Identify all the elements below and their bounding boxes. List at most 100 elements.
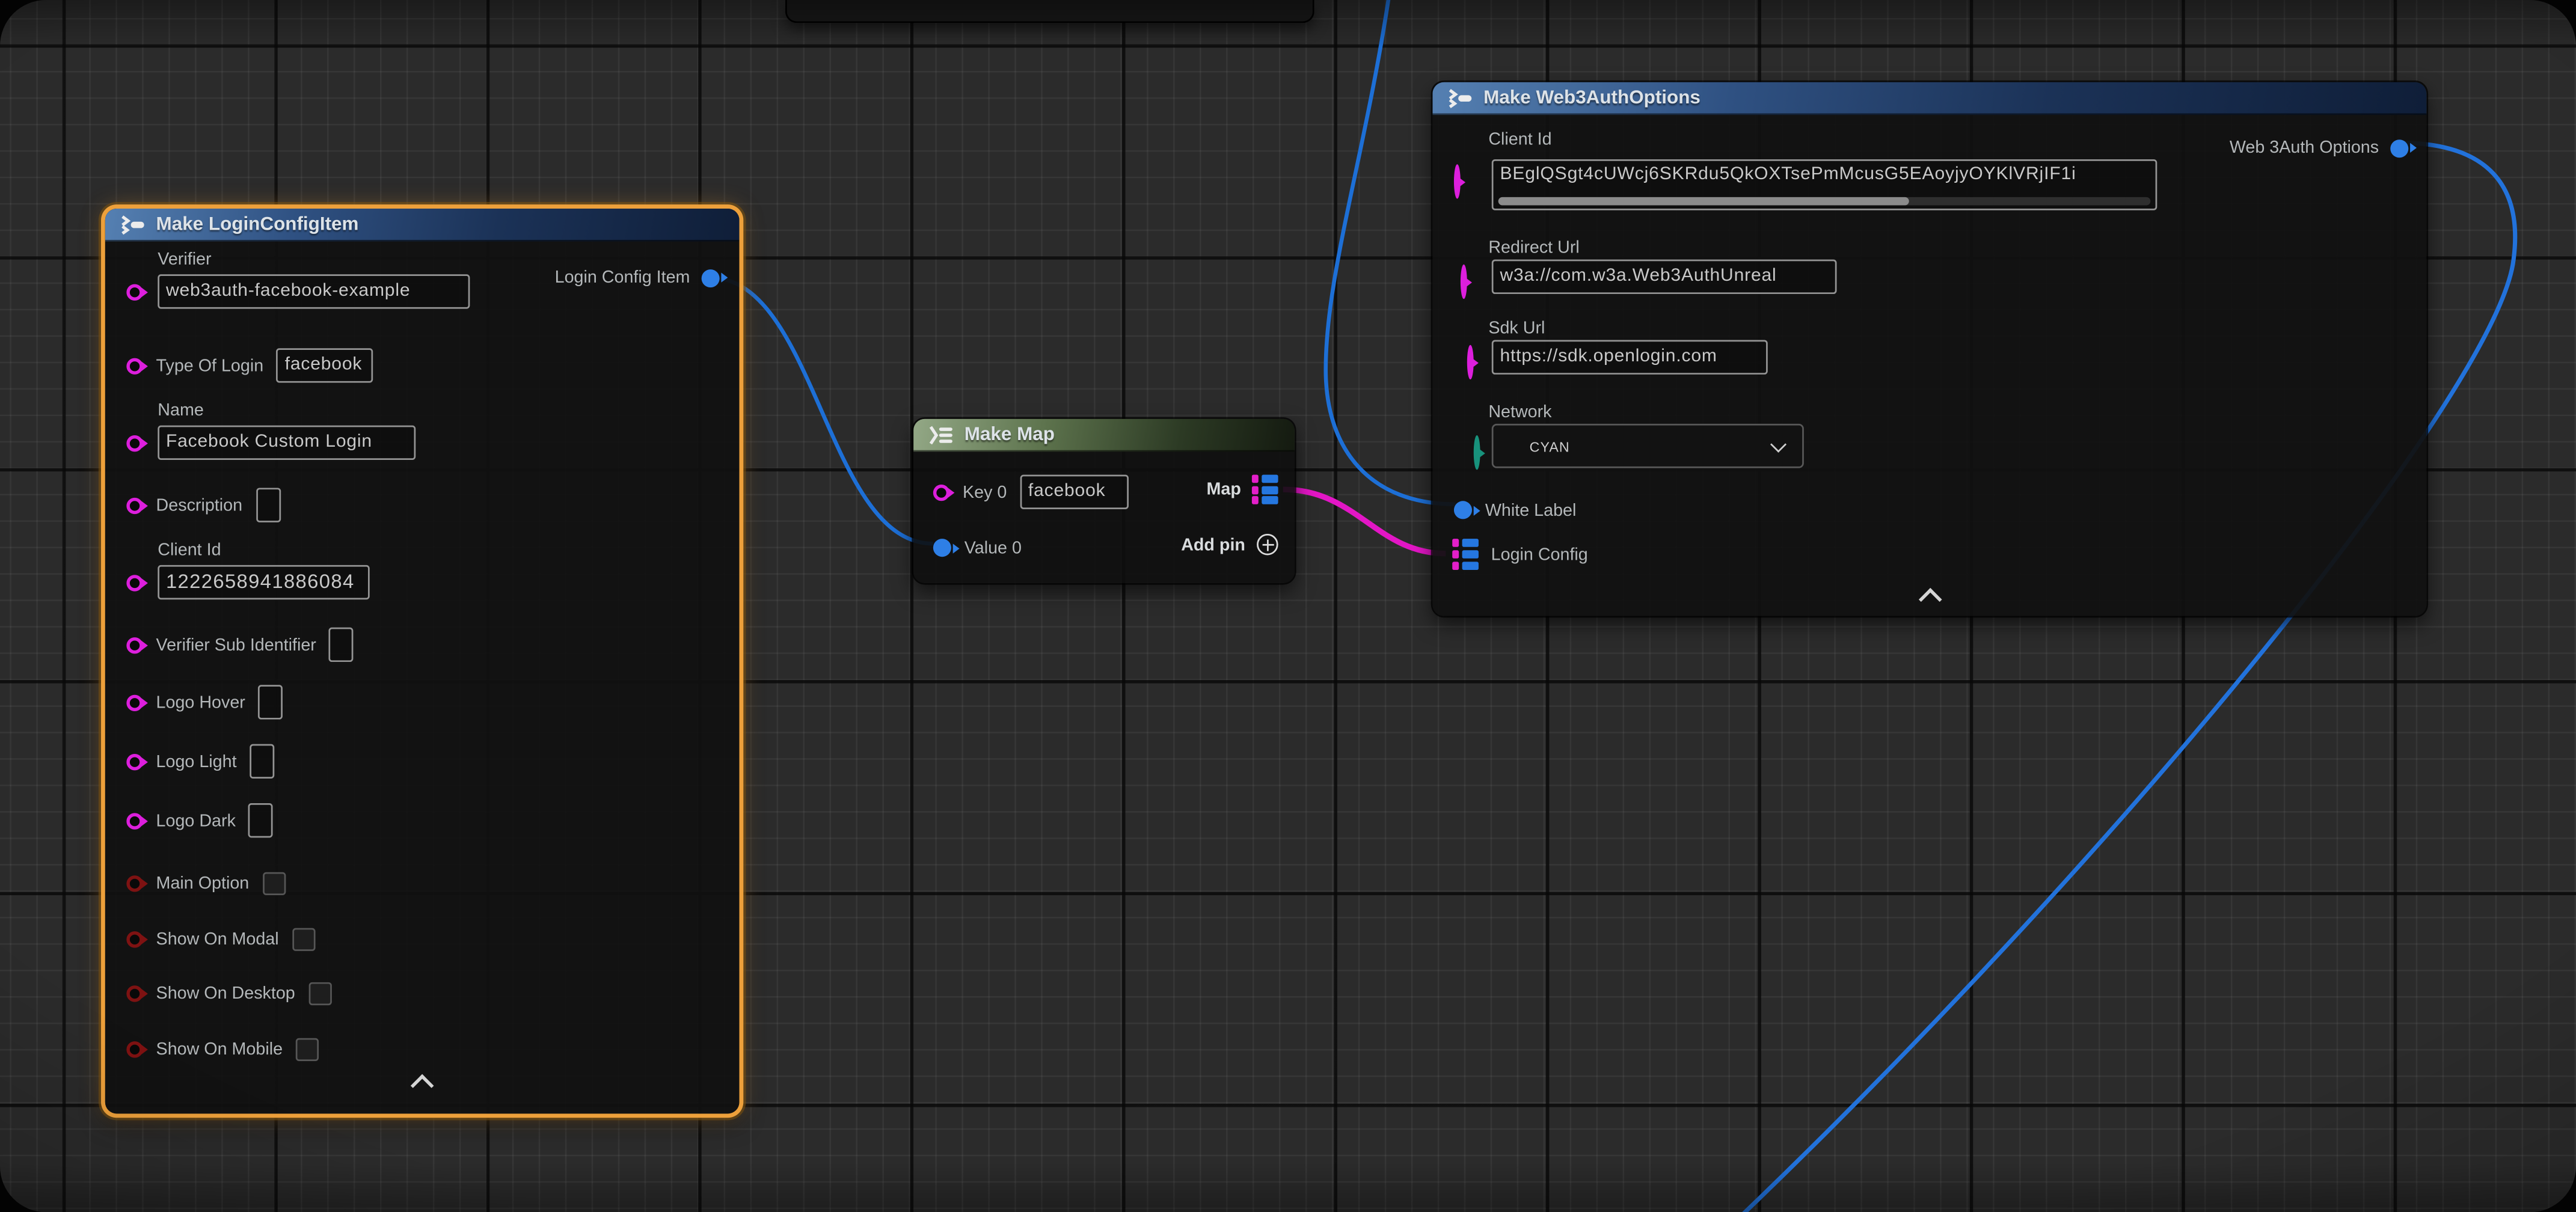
blueprint-editor-stage: Make LoginConfigItem Verifier web3auth-f… — [0, 0, 2576, 1212]
pin-white-label[interactable] — [1454, 501, 1472, 519]
pin-label-client-id: Client Id — [158, 540, 739, 560]
network-selected-value: CYAN — [1530, 438, 1570, 454]
show-on-mobile-checkbox[interactable] — [296, 1037, 319, 1060]
verifier-field[interactable]: web3auth-facebook-example — [158, 274, 470, 308]
pin-main-option[interactable] — [126, 875, 143, 891]
sdk-url-field[interactable]: https://sdk.openlogin.com — [1492, 340, 1768, 375]
pin-show-on-mobile[interactable] — [126, 1041, 143, 1057]
pin-login-config-item-output[interactable] — [702, 269, 720, 287]
pin-verifier[interactable] — [126, 283, 143, 299]
show-on-desktop-checkbox[interactable] — [308, 981, 331, 1004]
pin-label-key-0: Key 0 — [963, 482, 1007, 502]
node-make-web3authoptions[interactable]: Make Web3AuthOptions Client Id Web 3Auth… — [1432, 82, 2426, 616]
logo-hover-field[interactable] — [259, 685, 283, 719]
pin-label-client-id: Client Id — [1488, 130, 1551, 150]
logo-dark-field[interactable] — [249, 803, 274, 837]
pin-map-output[interactable] — [1253, 475, 1278, 505]
pin-show-on-desktop[interactable] — [126, 985, 143, 1001]
node-title: Make LoginConfigItem — [156, 215, 359, 234]
chevron-down-icon — [1770, 435, 1786, 451]
client-id-scrollbar-track[interactable] — [1498, 197, 2151, 206]
row-logo-light: Logo Light — [105, 744, 740, 779]
node-header[interactable]: Make LoginConfigItem — [105, 209, 740, 242]
node-make-map[interactable]: Make Map Key 0 facebook Map Value 0 Add … — [913, 419, 1295, 583]
client-id-scrollbar-thumb[interactable] — [1498, 197, 1909, 206]
pin-login-config[interactable] — [1452, 539, 1478, 569]
pin-type-of-login[interactable] — [126, 357, 143, 373]
node-title: Make Map — [964, 424, 1055, 444]
pin-value-0[interactable] — [933, 539, 951, 557]
row-client-id: Client Id 1222658941886084 — [105, 540, 740, 599]
row-type-of-login: Type Of Login facebook — [105, 348, 740, 382]
node-header[interactable]: Make Map — [913, 419, 1295, 452]
row-logo-dark: Logo Dark — [105, 803, 740, 837]
pin-label-white-label: White Label — [1485, 500, 1577, 520]
pin-logo-hover[interactable] — [126, 694, 143, 710]
make-map-icon — [927, 424, 954, 444]
pin-name[interactable] — [126, 435, 143, 451]
pin-show-on-modal[interactable] — [126, 931, 143, 947]
row-show-on-mobile: Show On Mobile — [105, 1032, 740, 1066]
pin-logo-dark[interactable] — [126, 812, 143, 828]
node-title: Make Web3AuthOptions — [1483, 88, 1700, 108]
collapse-chevron-icon[interactable] — [1918, 588, 1942, 611]
row-main-option: Main Option — [105, 866, 740, 900]
pin-label-logo-dark: Logo Dark — [156, 810, 236, 830]
pin-label-description: Description — [156, 495, 243, 515]
row-output-map: Map — [1207, 475, 1278, 505]
row-show-on-desktop: Show On Desktop — [105, 976, 740, 1010]
name-field[interactable]: Facebook Custom Login — [158, 426, 416, 460]
pin-label-main-option: Main Option — [156, 873, 250, 893]
row-login-config: Login Config — [1432, 537, 2426, 571]
pin-label-redirect-url: Redirect Url — [1488, 238, 1579, 258]
pin-label-name: Name — [158, 401, 739, 421]
wire-loginconfigitem-to-value0 — [710, 278, 933, 544]
pin-label-network: Network — [1488, 402, 1551, 422]
pin-label-show-on-modal: Show On Modal — [156, 929, 279, 949]
pin-label-show-on-desktop: Show On Desktop — [156, 983, 295, 1003]
make-struct-icon — [118, 215, 146, 234]
pin-description[interactable] — [126, 497, 143, 513]
row-name: Name Facebook Custom Login — [105, 401, 740, 460]
output-label: Web 3Auth Options — [2230, 138, 2379, 158]
row-verifier-sub-identifier: Verifier Sub Identifier — [105, 628, 740, 662]
pin-web3auth-options-output[interactable] — [2390, 139, 2408, 157]
node-make-loginconfigitem[interactable]: Make LoginConfigItem Verifier web3auth-f… — [105, 209, 740, 1113]
collapse-chevron-icon[interactable] — [411, 1074, 434, 1098]
verifier-sub-identifier-field[interactable] — [330, 628, 354, 662]
node-header[interactable]: Make Web3AuthOptions — [1432, 82, 2426, 115]
row-white-label: White Label — [1432, 493, 2426, 527]
row-logo-hover: Logo Hover — [105, 685, 740, 719]
pin-client-id[interactable] — [1454, 164, 1461, 198]
main-option-checkbox[interactable] — [262, 871, 285, 894]
output-label: Login Config Item — [555, 268, 690, 287]
client-id-field[interactable]: 1222658941886084 — [158, 565, 369, 599]
graph-canvas[interactable]: Make LoginConfigItem Verifier web3auth-f… — [0, 0, 2576, 1212]
pin-redirect-url[interactable] — [1461, 265, 1467, 299]
network-dropdown[interactable]: CYAN — [1492, 424, 1804, 468]
add-pin-label: Add pin — [1181, 534, 1245, 554]
pin-label-logo-hover: Logo Hover — [156, 693, 245, 712]
pin-network[interactable] — [1474, 435, 1480, 470]
type-of-login-field[interactable]: facebook — [277, 348, 373, 382]
add-pin-plus-icon[interactable] — [1257, 534, 1278, 556]
pin-logo-light[interactable] — [126, 753, 143, 770]
pin-sdk-url[interactable] — [1467, 345, 1474, 379]
pin-verifier-sub-identifier[interactable] — [126, 637, 143, 653]
pin-client-id[interactable] — [126, 574, 143, 590]
row-output-web3auth-options: Web 3Auth Options — [2230, 138, 2408, 158]
pin-label-verifier: Verifier — [158, 249, 739, 269]
client-id-field[interactable]: BEglQSgt4cUWcj6SKRdu5QkOXTsePmMcusG5EAoy… — [1492, 159, 2157, 210]
key-0-field[interactable]: facebook — [1020, 475, 1128, 509]
logo-light-field[interactable] — [250, 744, 274, 779]
description-field[interactable] — [256, 488, 280, 522]
pin-label-logo-light: Logo Light — [156, 751, 237, 771]
client-id-text: BEglQSgt4cUWcj6SKRdu5QkOXTsePmMcusG5EAoy… — [1494, 161, 2156, 184]
redirect-url-field[interactable]: w3a://com.w3a.Web3AuthUnreal — [1492, 260, 1837, 294]
pin-label-verifier-sub-identifier: Verifier Sub Identifier — [156, 635, 316, 655]
show-on-modal-checkbox[interactable] — [292, 927, 315, 950]
row-show-on-modal: Show On Modal — [105, 922, 740, 956]
pin-key-0[interactable] — [933, 484, 949, 500]
offscreen-node-fragment[interactable] — [785, 0, 1314, 23]
row-output-login-config-item: Login Config Item — [555, 268, 720, 287]
